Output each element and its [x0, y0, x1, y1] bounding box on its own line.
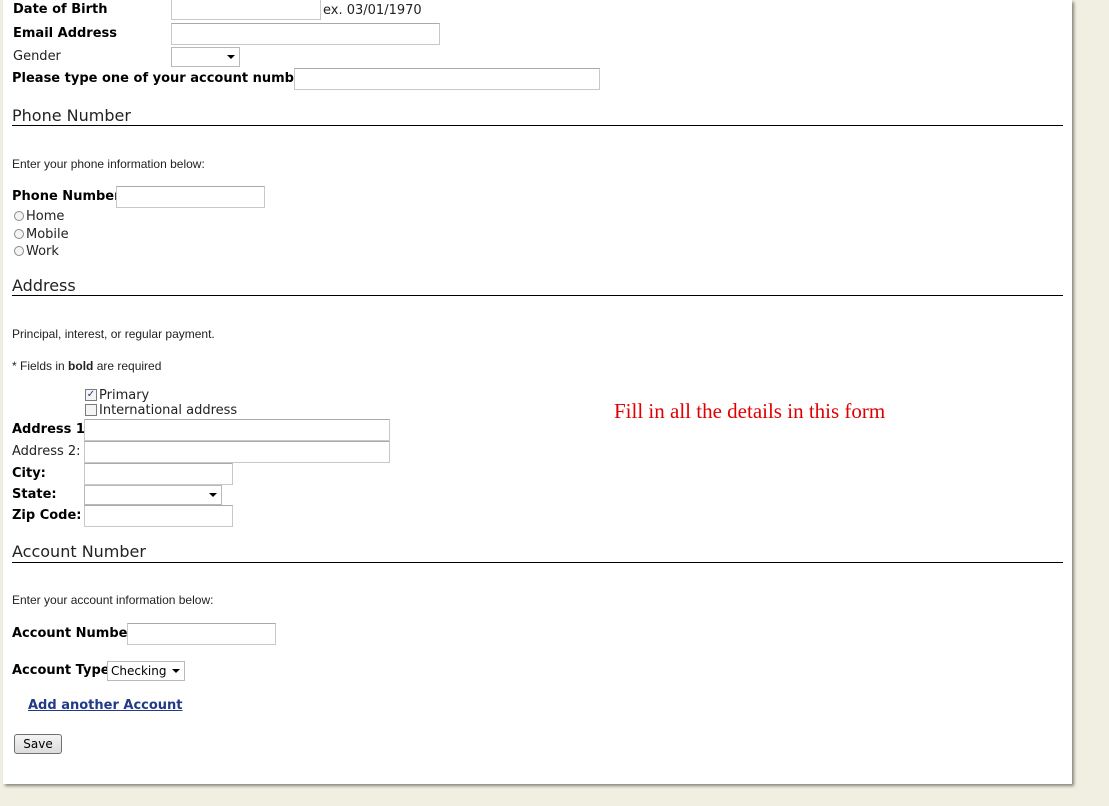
phone-mobile-label: Mobile: [26, 227, 69, 242]
phone-work-radio[interactable]: [14, 246, 24, 256]
dob-input[interactable]: [171, 0, 321, 20]
account-section-title: Account Number: [12, 542, 146, 561]
primary-label: Primary: [99, 388, 150, 403]
zip-label: Zip Code:: [12, 508, 82, 523]
gender-label: Gender: [13, 49, 61, 64]
dob-hint: ex. 03/01/1970: [323, 3, 422, 18]
phone-section-title: Phone Number: [12, 106, 131, 125]
email-input[interactable]: [171, 23, 440, 45]
address1-label: Address 1:: [12, 422, 91, 437]
address-section-title: Address: [12, 276, 76, 295]
account-type-label: Account Type: [12, 663, 110, 678]
primary-checkbox[interactable]: ✓: [85, 389, 97, 401]
phone-number-input[interactable]: [116, 186, 265, 208]
chevron-down-icon: [209, 493, 217, 497]
chevron-down-icon: [227, 55, 235, 59]
phone-home-radio[interactable]: [14, 211, 24, 221]
account-intro: Enter your account information below:: [12, 593, 214, 607]
phone-number-label: Phone Number: [12, 189, 121, 204]
phone-mobile-radio[interactable]: [14, 229, 24, 239]
address-intro: Principal, interest, or regular payment.: [12, 327, 215, 341]
email-label: Email Address: [13, 26, 118, 41]
account-type-select[interactable]: Checking: [107, 661, 185, 681]
address2-label: Address 2:: [12, 444, 81, 459]
save-button[interactable]: Save: [14, 734, 62, 754]
international-checkbox[interactable]: [85, 404, 97, 416]
account-section-divider: [12, 562, 1063, 563]
add-account-link[interactable]: Add another Account: [28, 698, 183, 713]
address1-input[interactable]: [84, 419, 390, 441]
form-panel: Date of Birth ex. 03/01/1970 Email Addre…: [3, 0, 1072, 784]
account-type-value: Checking: [111, 664, 167, 678]
phone-intro: Enter your phone information below:: [12, 157, 205, 171]
account-number-label: Account Number: [12, 626, 134, 641]
chevron-down-icon: [172, 669, 180, 673]
state-select[interactable]: [84, 485, 222, 505]
account-number-input[interactable]: [127, 623, 276, 645]
city-label: City:: [12, 466, 46, 481]
address-section-divider: [12, 295, 1063, 296]
phone-work-label: Work: [26, 244, 59, 259]
phone-section-divider: [12, 125, 1063, 126]
state-label: State:: [12, 487, 57, 502]
gender-select[interactable]: [171, 47, 240, 67]
dob-label: Date of Birth: [13, 2, 108, 17]
phone-home-label: Home: [26, 209, 65, 224]
instruction-annotation: Fill in all the details in this form: [614, 399, 886, 423]
city-input[interactable]: [84, 463, 233, 485]
account-number-prompt: Please type one of your account numbers.: [12, 71, 322, 86]
address2-input[interactable]: [84, 441, 390, 463]
account-number-prompt-input[interactable]: [294, 68, 600, 90]
required-fields-note: * Fields in bold are required: [12, 359, 162, 373]
zip-input[interactable]: [84, 505, 233, 527]
international-label: International address: [99, 403, 238, 418]
